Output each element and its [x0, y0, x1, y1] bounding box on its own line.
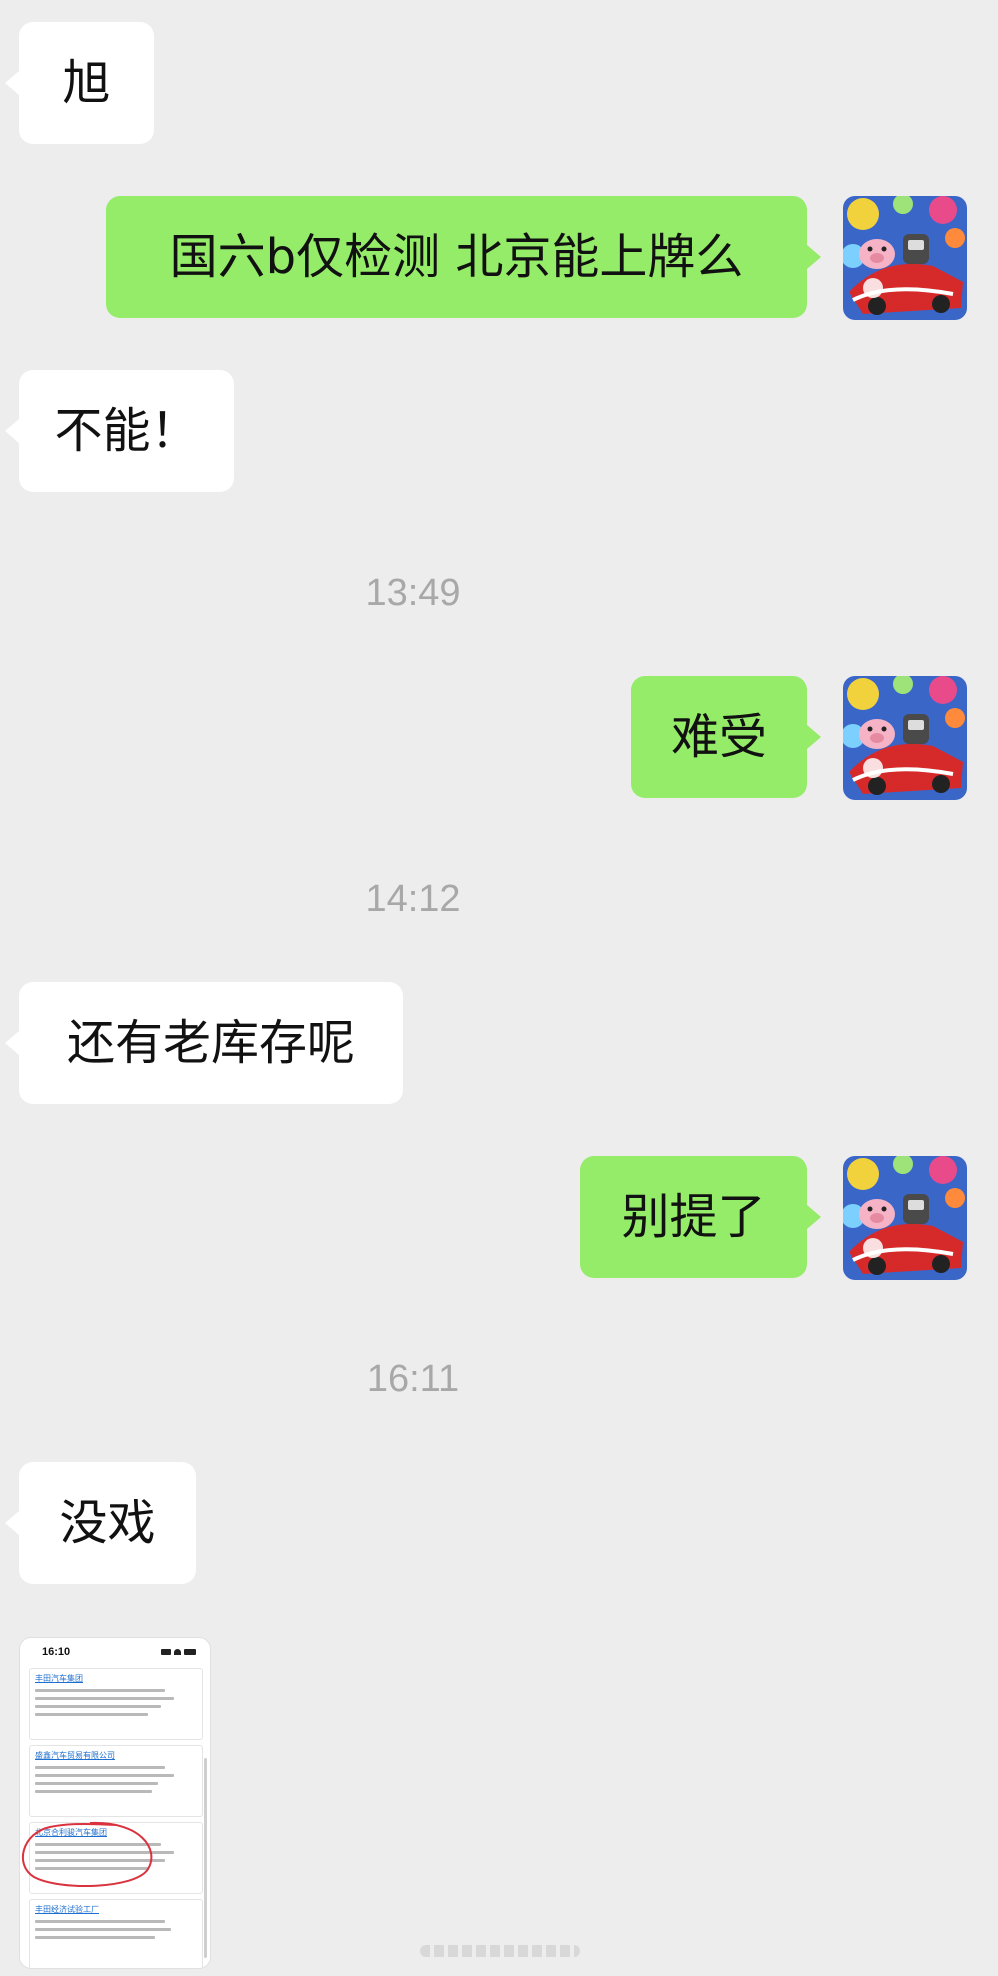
outgoing-message-1[interactable]: 国六b仅检测 北京能上牌么 — [106, 196, 807, 318]
outgoing-message-3[interactable]: 别提了 — [580, 1156, 807, 1278]
thumb-card: 丰田经济试验工厂 — [29, 1899, 203, 1968]
thumb-scrollbar — [204, 1758, 207, 1958]
avatar[interactable] — [843, 1156, 967, 1280]
timestamp: 13:49 — [365, 572, 461, 614]
pig-race-car-avatar-icon — [843, 1156, 967, 1280]
message-text: 国六b仅检测 北京能上牌么 — [169, 229, 744, 285]
thumb-card-highlighted: 北京合利骏汽车集团 — [21, 1821, 203, 1894]
incoming-message-2[interactable]: 不能！ — [19, 370, 234, 492]
incoming-message-1[interactable]: 旭 — [19, 22, 154, 144]
message-text: 旭 — [62, 55, 111, 111]
thumb-card-title: 丰田经济试验工厂 — [35, 1905, 99, 1914]
pig-race-car-avatar-icon — [843, 676, 967, 800]
thumb-card: 盛鑫汽车贸易有限公司 — [29, 1745, 203, 1817]
pig-race-car-avatar-icon — [843, 196, 967, 320]
outgoing-message-2[interactable]: 难受 — [631, 676, 807, 798]
signal-icon — [161, 1649, 171, 1655]
battery-icon — [184, 1649, 196, 1655]
home-indicator — [420, 1945, 580, 1957]
timestamp: 14:12 — [365, 878, 461, 920]
thumb-status-icons — [161, 1649, 196, 1655]
message-text: 不能！ — [54, 403, 199, 459]
thumb-card-title: 丰田汽车集团 — [35, 1674, 83, 1683]
incoming-message-4[interactable]: 没戏 — [19, 1462, 196, 1584]
message-text: 还有老库存呢 — [66, 1015, 355, 1071]
message-text: 别提了 — [621, 1189, 766, 1245]
red-circle-annotation-icon — [21, 1821, 153, 1888]
thumb-status-time: 16:10 — [42, 1646, 71, 1658]
thumb-status-bar: 16:10 — [20, 1638, 210, 1666]
avatar[interactable] — [843, 196, 967, 320]
shared-screenshot-image[interactable]: 16:10 丰田汽车集团 盛鑫汽车贸易有限公司 北京合利骏汽车集团 丰田经济试验… — [19, 1637, 211, 1969]
thumb-card-title: 盛鑫汽车贸易有限公司 — [35, 1751, 115, 1760]
message-text: 难受 — [670, 709, 767, 765]
thumb-card: 丰田汽车集团 — [29, 1668, 203, 1740]
wifi-icon — [174, 1649, 181, 1655]
timestamp: 16:11 — [366, 1358, 460, 1400]
message-text: 没戏 — [59, 1495, 156, 1551]
incoming-message-3[interactable]: 还有老库存呢 — [19, 982, 403, 1104]
avatar[interactable] — [843, 676, 967, 800]
